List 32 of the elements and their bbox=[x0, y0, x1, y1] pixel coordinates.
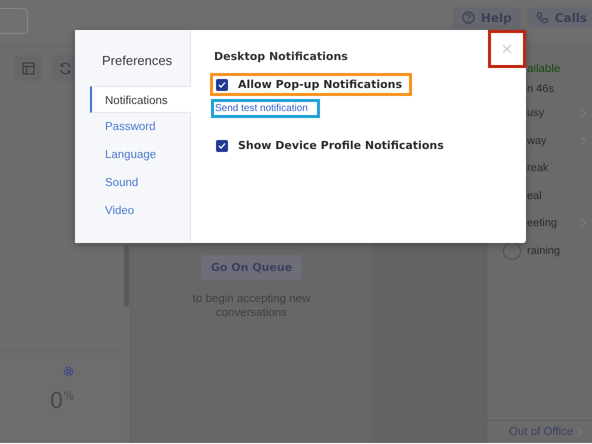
nav-item[interactable]: Notifications bbox=[90, 86, 191, 113]
close-button[interactable] bbox=[488, 30, 526, 68]
dialog-title: Preferences bbox=[102, 53, 174, 68]
section-title: Desktop Notifications bbox=[214, 50, 349, 63]
layout-icon bbox=[22, 62, 35, 74]
status-item[interactable]: raining bbox=[527, 244, 560, 257]
check-icon bbox=[218, 80, 226, 88]
checkbox-option[interactable]: Show Device Profile Notifications bbox=[210, 134, 454, 157]
nav-item[interactable]: Language bbox=[90, 141, 190, 169]
test-notification-link[interactable]: Send test notification bbox=[211, 99, 320, 118]
option-label: Allow Pop-up Notifications bbox=[238, 78, 402, 91]
status-item[interactable]: usy bbox=[527, 107, 544, 120]
status-item[interactable]: reak bbox=[527, 162, 548, 174]
status-item: ailable bbox=[527, 62, 560, 75]
nav-item[interactable]: Password bbox=[90, 113, 190, 141]
status-item: n 46s bbox=[527, 82, 554, 94]
nav-item[interactable]: Video bbox=[90, 197, 190, 225]
status-item[interactable]: eeting bbox=[527, 217, 557, 230]
scrollbar-thumb[interactable] bbox=[124, 245, 128, 307]
checkbox-option[interactable]: Allow Pop-up Notifications bbox=[210, 73, 412, 96]
search-field[interactable] bbox=[0, 8, 28, 34]
checkbox[interactable] bbox=[216, 78, 228, 90]
check-icon bbox=[218, 142, 226, 150]
status-item[interactable]: way bbox=[527, 134, 547, 147]
status-item[interactable]: eal bbox=[527, 190, 542, 202]
phone-icon bbox=[536, 11, 549, 24]
close-icon bbox=[502, 44, 512, 54]
help-icon bbox=[462, 11, 475, 24]
option-label: Show Device Profile Notifications bbox=[238, 139, 444, 152]
nav-item[interactable]: Sound bbox=[90, 169, 190, 197]
checkbox[interactable] bbox=[216, 140, 228, 152]
refresh-icon bbox=[59, 62, 72, 74]
